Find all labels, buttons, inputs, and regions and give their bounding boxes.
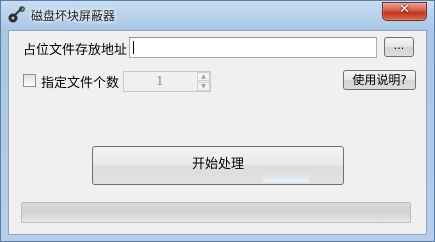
dialog-body: 占位文件存放地址 ... 指定文件个数 1 ▲ ▼ 使用说明? 开始处理 [8,30,427,235]
count-stepper[interactable]: 1 ▲ ▼ [123,71,211,92]
close-button[interactable]: ✕ [382,2,427,21]
spin-up-arrow-icon[interactable]: ▲ [197,72,210,81]
spin-down-arrow-icon[interactable]: ▼ [197,82,210,91]
count-label[interactable]: 指定文件个数 [41,72,119,91]
path-label: 占位文件存放地址 [23,43,128,58]
close-icon: ✕ [399,2,410,17]
progress-bar [21,202,411,223]
count-checkbox[interactable] [23,74,36,87]
main-window: 磁盘坏块屏蔽器 ✕ 占位文件存放地址 ... 指定文件个数 1 ▲ ▼ 使用说明… [0,0,435,242]
start-button[interactable]: 开始处理 [92,146,344,185]
text-caret [133,41,134,54]
help-button[interactable]: 使用说明? [343,70,416,90]
disk-wrench-icon [7,6,25,24]
title-bar[interactable]: 磁盘坏块屏蔽器 ✕ [1,1,434,29]
window-title: 磁盘坏块屏蔽器 [31,9,116,23]
button-highlight [263,174,309,182]
start-button-label: 开始处理 [191,157,244,172]
browse-button[interactable]: ... [384,37,414,57]
path-input[interactable] [129,37,377,58]
count-value: 1 [156,74,164,88]
